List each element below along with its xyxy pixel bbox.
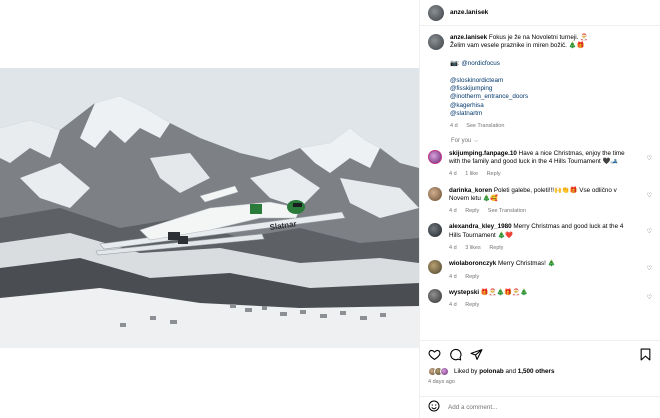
comment-item: alexandra_kley_1980 Merry Christmas and … [420, 223, 660, 252]
for-you-toggle[interactable]: For you ⌵ [420, 131, 660, 144]
comment-reply-button[interactable]: Reply [465, 274, 479, 280]
heart-icon[interactable]: ♡ [647, 192, 652, 199]
chevron-down-icon: ⌵ [474, 137, 479, 144]
comment-item: wiolaboronczyk Merry Christmas! 🎄 4 d Re… [420, 260, 660, 281]
caption-text-line1: Fokus je že na Novoletni turneji. 🎅 [488, 34, 589, 41]
caption-age: 4 d [450, 123, 458, 130]
liker-avatars [428, 367, 449, 376]
photo-pane: Slatnar [0, 0, 419, 418]
commenter-avatar[interactable] [428, 149, 442, 164]
post-caption: anze.lanisek Fokus je že na Novoletni tu… [420, 26, 660, 131]
post-header: anze.lanisek [420, 0, 660, 26]
add-comment-bar [420, 396, 660, 418]
comment-age: 4 d [449, 208, 457, 215]
bookmark-icon[interactable] [640, 348, 651, 361]
comment-reply-button[interactable]: Reply [487, 171, 501, 177]
share-send-icon[interactable] [470, 348, 483, 361]
author-avatar[interactable] [428, 4, 444, 21]
comment-text: 🎁🎅🎄🎁🎅🎄 [480, 288, 528, 296]
heart-icon[interactable]: ♡ [647, 228, 652, 235]
commenter-avatar[interactable] [428, 260, 442, 275]
comment-item: darinka_koren Poleti galebe, poleti!!!🙌👏… [420, 186, 660, 216]
comment-reply-button[interactable]: Reply [465, 208, 479, 214]
comment-age: 4 d [449, 302, 457, 309]
comment-username[interactable]: skijumping.fanpage.10 [449, 150, 517, 157]
ski-jump-image: Slatnar [0, 68, 419, 348]
comment-username[interactable]: alexandra_kley_1980 [449, 223, 512, 230]
comment-username[interactable]: darinka_koren [449, 187, 492, 194]
comment-item: skijumping.fanpage.10 Have a nice Christ… [420, 149, 660, 179]
post-side-panel: anze.lanisek anze.lanisek Fokus je že na… [419, 0, 660, 418]
caption-tag[interactable]: @sloskinordicteam [450, 77, 650, 85]
heart-icon[interactable]: ♡ [647, 294, 652, 301]
comment-reply-button[interactable]: Reply [489, 245, 503, 251]
like-heart-icon[interactable] [428, 348, 441, 361]
comment-bubble-icon[interactable] [449, 348, 462, 361]
comment-text: Merry Christmas! 🎄 [498, 260, 556, 268]
caption-tag[interactable]: @fisskijumping [450, 85, 650, 93]
liked-by-and: and [505, 368, 516, 375]
liked-by-user[interactable]: polonab [479, 368, 503, 375]
liked-by: Liked by polonab and 1,500 others [420, 367, 660, 376]
author-username[interactable]: anze.lanisek [450, 9, 488, 16]
emoji-icon[interactable] [428, 399, 440, 417]
commenter-avatar[interactable] [428, 223, 442, 238]
post-date[interactable]: 4 days ago [420, 379, 660, 385]
caption-tag[interactable]: @inotherm_entrance_doors [450, 93, 650, 101]
add-comment-input[interactable] [448, 404, 628, 411]
liked-by-prefix: Liked by [454, 368, 478, 375]
post-actions: Liked by polonab and 1,500 others 4 days… [420, 340, 660, 418]
caption-tag[interactable]: @slatnartm [450, 110, 650, 118]
for-you-label: For you [451, 137, 472, 144]
caption-text-line2: Želim vam vesele praznike in miren božič… [450, 42, 585, 50]
heart-icon[interactable]: ♡ [647, 265, 652, 272]
caption-author-username[interactable]: anze.lanisek [450, 34, 487, 41]
comment-likes[interactable]: 3 likes [465, 245, 481, 251]
comment-item: wystepski 🎁🎅🎄🎁🎅🎄 4 d Reply ♡ [420, 288, 660, 310]
liked-by-others[interactable]: 1,500 others [518, 368, 555, 375]
comments-scroll-area[interactable]: anze.lanisek Fokus je že na Novoletni tu… [420, 26, 660, 340]
comment-age: 4 d [449, 171, 457, 178]
comment-reply-button[interactable]: Reply [465, 302, 479, 308]
caption-tag[interactable]: @kagerhisa [450, 102, 650, 110]
caption-photo-credit[interactable]: 📷: @nordicfocus [450, 60, 650, 68]
commenter-avatar[interactable] [428, 288, 442, 303]
comment-age: 4 d [449, 245, 457, 252]
post-photo[interactable]: Slatnar [0, 68, 419, 348]
heart-icon[interactable]: ♡ [647, 155, 652, 162]
see-translation-link[interactable]: See Translation [488, 208, 526, 214]
comment-username[interactable]: wiolaboronczyk [449, 260, 496, 267]
caption-author-avatar[interactable] [428, 34, 444, 50]
commenter-avatar[interactable] [428, 186, 442, 201]
comment-age: 4 d [449, 273, 457, 280]
liker-avatar [440, 367, 449, 376]
comment-likes[interactable]: 1 like [465, 171, 478, 177]
see-translation-link[interactable]: See Translation [466, 123, 504, 129]
comment-username[interactable]: wystepski [449, 289, 479, 296]
